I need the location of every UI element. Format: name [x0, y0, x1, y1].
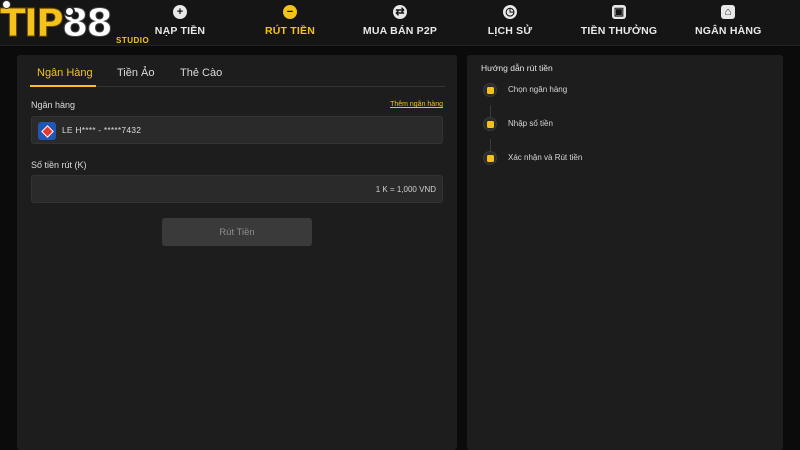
logo-subtitle: STUDIO	[116, 36, 150, 45]
bank-check-icon	[483, 83, 497, 97]
guide-step-label: Xác nhận và Rút tiền	[508, 153, 583, 162]
tab-crypto[interactable]: Tiền Ảo	[117, 67, 155, 79]
nav-item-label: LỊCH SỬ	[487, 25, 533, 37]
bank-field-label: Ngân hàng	[31, 100, 76, 110]
step-connector	[490, 139, 491, 151]
nav-item-label: TIỀN THƯỞNG	[580, 25, 658, 37]
bank-select[interactable]: LE H**** - *****7432	[31, 116, 443, 144]
soccer-ball-icon	[64, 6, 75, 17]
guide-step-label: Nhập số tiền	[508, 119, 553, 128]
guide-step-label: Chọn ngân hàng	[508, 85, 568, 94]
plus-circle-icon: +	[173, 5, 187, 19]
nav-item-rewards[interactable]: ▣ TIỀN THƯỞNG	[580, 5, 658, 43]
withdraw-form-panel: Ngân Hàng Tiền Ảo Thẻ Cào Ngân hàng Thêm…	[17, 55, 457, 450]
active-tab-indicator	[30, 85, 96, 87]
nav-item-deposit[interactable]: + NẠP TIỀN	[150, 5, 210, 43]
exchange-icon: ⇄	[393, 5, 407, 19]
logo-wordmark: TIP88	[0, 1, 113, 45]
soccer-ball-icon	[2, 0, 11, 9]
guide-title: Hướng dẫn rút tiền	[481, 63, 553, 73]
add-bank-link[interactable]: Thêm ngân hàng	[390, 101, 443, 108]
withdraw-guide-panel: Hướng dẫn rút tiền Chọn ngân hàng Nhập s…	[467, 55, 783, 450]
selected-bank-account: LE H**** - *****7432	[62, 125, 142, 135]
tab-card[interactable]: Thẻ Cào	[180, 67, 222, 79]
tab-bank[interactable]: Ngân Hàng	[37, 67, 93, 79]
method-tabs: Ngân Hàng Tiền Ảo Thẻ Cào	[30, 55, 445, 87]
bank-logo-icon	[38, 122, 56, 140]
nav-item-label: NGÂN HÀNG	[695, 25, 762, 37]
nav-item-label: NẠP TIỀN	[154, 25, 206, 37]
nav-item-p2p[interactable]: ⇄ MUA BÁN P2P	[360, 5, 440, 43]
minus-circle-icon: −	[283, 5, 297, 19]
nav-item-label: MUA BÁN P2P	[362, 25, 438, 37]
note-icon	[483, 117, 497, 131]
site-logo[interactable]: TIP88 STUDIO	[0, 0, 150, 46]
nav-item-withdraw[interactable]: − RÚT TIỀN	[260, 5, 320, 43]
amount-input[interactable]: 1 K = 1,000 VND	[31, 175, 443, 203]
nav-item-history[interactable]: ◷ LỊCH SỬ	[480, 5, 540, 43]
step-connector	[490, 105, 491, 117]
amount-field-label: Số tiền rút (K)	[31, 160, 87, 170]
nav-item-bank[interactable]: ⌂ NGÂN HÀNG	[695, 5, 761, 43]
amount-conversion-hint: 1 K = 1,000 VND	[375, 185, 436, 194]
withdraw-submit-button[interactable]: Rút Tiền	[162, 218, 312, 246]
wallet-icon	[483, 151, 497, 165]
bank-icon: ⌂	[721, 5, 735, 19]
clock-icon: ◷	[503, 5, 517, 19]
nav-item-label: RÚT TIỀN	[264, 25, 315, 37]
top-navigation: TIP88 STUDIO + NẠP TIỀN − RÚT TIỀN ⇄ MUA…	[0, 0, 800, 46]
gift-icon: ▣	[612, 5, 626, 19]
